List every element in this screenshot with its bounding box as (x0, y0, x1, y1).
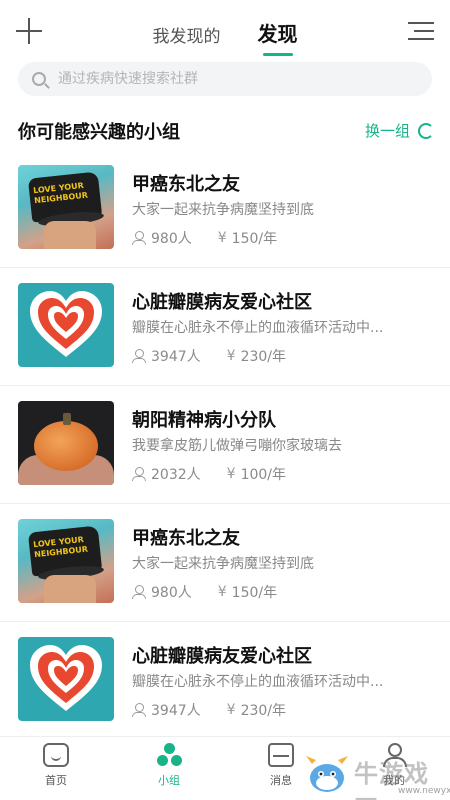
group-thumbnail (18, 401, 114, 485)
nav-home[interactable]: 首页 (16, 743, 96, 788)
group-name: 甲癌东北之友 (132, 174, 240, 195)
group-name: 心脏瓣膜病友爱心社区 (132, 292, 312, 313)
group-meta: 980人 ¥ 150/年 (132, 582, 277, 602)
group-price: 150/年 (231, 585, 278, 601)
person-icon (132, 349, 146, 363)
group-thumbnail (18, 283, 114, 367)
cap-slogan: LOVE YOUR NEIGHBOUR (32, 535, 89, 560)
group-name: 朝阳精神病小分队 (132, 410, 276, 431)
group-description: 大家一起来抗争病魔坚持到底 (132, 556, 314, 572)
group-name: 甲癌东北之友 (132, 528, 240, 549)
refresh-icon (418, 122, 434, 139)
tab-discover-label: 发现 (257, 22, 298, 46)
group-meta: 2032人 ¥ 100/年 (132, 464, 286, 484)
yen-icon: ¥ (217, 584, 227, 600)
group-thumbnail: LOVE YOUR NEIGHBOUR (18, 165, 114, 249)
message-icon (268, 743, 294, 767)
list-item[interactable]: LOVE YOUR NEIGHBOUR 甲癌东北之友 大家一起来抗争病魔坚持到底 … (0, 504, 450, 622)
person-icon (132, 231, 146, 245)
group-price: 150/年 (231, 231, 278, 247)
list-item[interactable]: LOVE YOUR NEIGHBOUR 甲癌东北之友 大家一起来抗争病魔坚持到底 … (0, 150, 450, 268)
member-count: 3947人 (151, 349, 201, 365)
member-count: 3947人 (151, 703, 201, 719)
list-item[interactable]: 心脏瓣膜病友爱心社区 瓣膜在心脏永不停止的血液循环活动中... 3947人 ¥ … (0, 268, 450, 386)
member-count: 2032人 (151, 467, 201, 483)
search-icon (32, 72, 46, 86)
nav-home-label: 首页 (45, 774, 67, 787)
group-thumbnail: LOVE YOUR NEIGHBOUR (18, 519, 114, 603)
tab-my-discoveries[interactable]: 我发现的 (152, 22, 220, 47)
profile-icon (381, 743, 407, 767)
group-price: 230/年 (240, 349, 287, 365)
nav-messages[interactable]: 消息 (241, 743, 321, 788)
group-meta: 3947人 ¥ 230/年 (132, 700, 286, 720)
group-thumbnail (18, 637, 114, 721)
refresh-label: 换一组 (364, 122, 410, 140)
person-icon (132, 703, 146, 717)
heart-graphic (30, 645, 102, 711)
yen-icon: ¥ (217, 230, 227, 246)
active-tab-indicator (262, 53, 293, 56)
list-item[interactable]: 心脏瓣膜病友爱心社区 瓣膜在心脏永不停止的血液循环活动中... 3947人 ¥ … (0, 622, 450, 740)
group-name: 心脏瓣膜病友爱心社区 (132, 646, 312, 667)
cap-slogan: LOVE YOUR NEIGHBOUR (32, 181, 89, 206)
group-list: LOVE YOUR NEIGHBOUR 甲癌东北之友 大家一起来抗争病魔坚持到底 … (0, 150, 450, 740)
member-count: 980人 (151, 231, 192, 247)
group-description: 大家一起来抗争病魔坚持到底 (132, 202, 314, 218)
yen-icon: ¥ (226, 348, 236, 364)
bottom-nav: 首页 小组 消息 我的 (0, 736, 450, 800)
search-bar[interactable] (18, 62, 432, 96)
yen-icon: ¥ (226, 466, 236, 482)
group-price: 230/年 (240, 703, 287, 719)
person-icon (132, 467, 146, 481)
yen-icon: ¥ (226, 702, 236, 718)
nav-groups-label: 小组 (158, 774, 180, 787)
group-meta: 3947人 ¥ 230/年 (132, 346, 286, 366)
section-title: 你可能感兴趣的小组 (18, 122, 180, 143)
group-meta: 980人 ¥ 150/年 (132, 228, 277, 248)
group-description: 我要拿皮筋儿做弹弓嘣你家玻璃去 (132, 438, 342, 454)
group-description: 瓣膜在心脏永不停止的血液循环活动中... (132, 320, 384, 336)
refresh-button[interactable]: 换一组 (365, 120, 434, 141)
member-count: 980人 (151, 585, 192, 601)
nav-profile[interactable]: 我的 (354, 743, 434, 788)
group-description: 瓣膜在心脏永不停止的血液循环活动中... (132, 674, 384, 690)
menu-icon[interactable] (408, 22, 434, 40)
nav-profile-label: 我的 (383, 774, 405, 787)
nav-groups[interactable]: 小组 (129, 743, 209, 788)
pumpkin-graphic (34, 421, 98, 471)
group-price: 100/年 (240, 467, 287, 483)
tab-discover[interactable]: 发现 (257, 18, 298, 56)
home-icon (43, 743, 69, 767)
group-icon (156, 743, 182, 767)
list-item[interactable]: 朝阳精神病小分队 我要拿皮筋儿做弹弓嘣你家玻璃去 2032人 ¥ 100/年 (0, 386, 450, 504)
person-icon (132, 585, 146, 599)
top-tabs: 我发现的 发现 (0, 18, 450, 56)
top-header: 我发现的 发现 (0, 0, 450, 58)
heart-graphic (30, 291, 102, 357)
search-input[interactable] (58, 62, 418, 96)
nav-messages-label: 消息 (270, 774, 292, 787)
